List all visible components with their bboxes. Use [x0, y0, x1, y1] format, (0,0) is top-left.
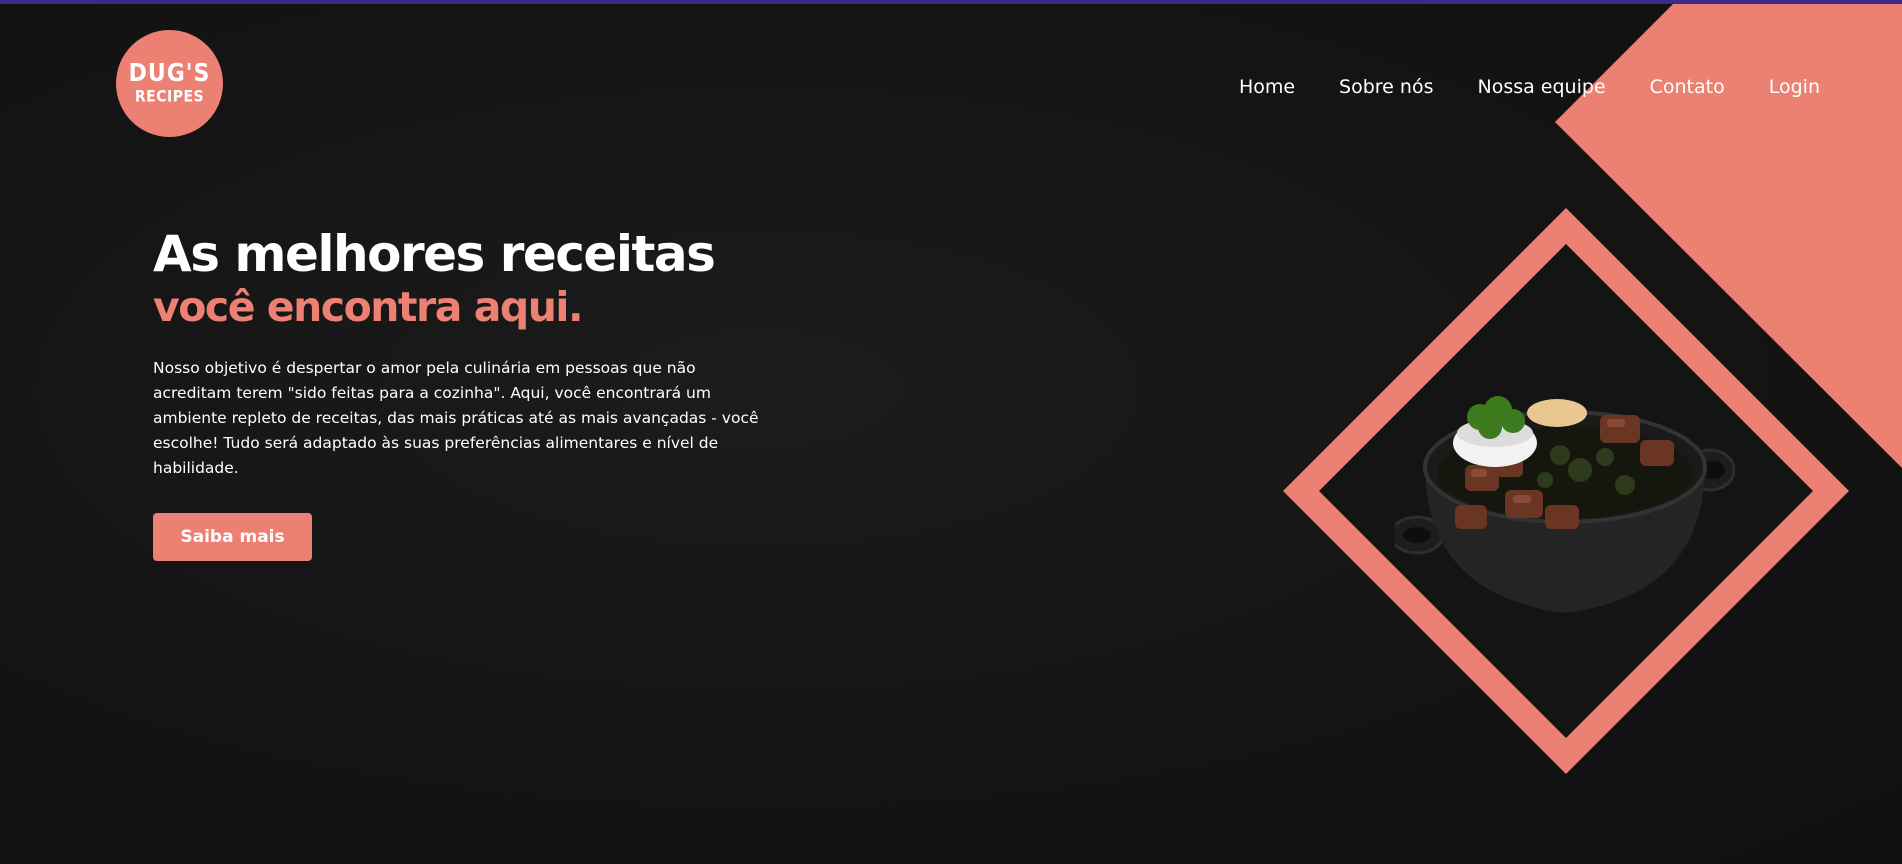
nav-home[interactable]: Home [1239, 76, 1295, 98]
hero-subtitle: você encontra aqui. [153, 283, 584, 331]
nav-contato[interactable]: Contato [1650, 76, 1725, 98]
feijoada-dish-image [1395, 396, 1735, 613]
nav-sobre-nos[interactable]: Sobre nós [1339, 76, 1433, 98]
nav-nossa-equipe[interactable]: Nossa equipe [1477, 76, 1605, 98]
main-nav: Home Sobre nós Nossa equipe Contato Logi… [1195, 76, 1820, 98]
logo[interactable]: DUG'S RECIPES [116, 30, 223, 137]
nav-login[interactable]: Login [1769, 76, 1820, 98]
logo-line-2: RECIPES [134, 87, 205, 107]
saiba-mais-button[interactable]: Saiba mais [153, 513, 312, 562]
top-accent-bar [0, 0, 1902, 4]
hero-title: As melhores receitas [153, 225, 716, 283]
hero-section: As melhores receitas você encontra aqui.… [153, 225, 793, 562]
logo-line-1: DUG'S [128, 59, 211, 88]
hero-description: Nosso objetivo é despertar o amor pela c… [153, 359, 759, 478]
page: DUG'S RECIPES Home Sobre nós Nossa equip… [0, 0, 1902, 864]
